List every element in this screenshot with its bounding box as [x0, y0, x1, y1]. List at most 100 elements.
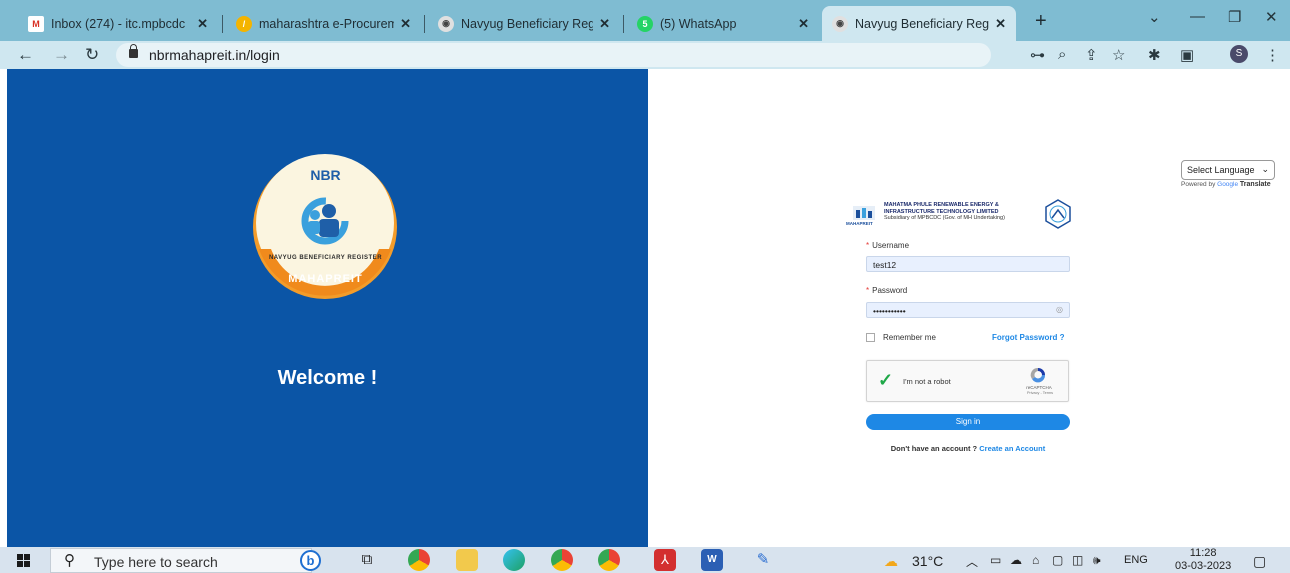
- paint-icon[interactable]: ✎: [752, 549, 774, 571]
- eye-hidden-icon[interactable]: ◎: [1056, 305, 1063, 314]
- password-field[interactable]: ••••••••••• ◎: [866, 302, 1070, 318]
- password-value: •••••••••••: [873, 306, 906, 316]
- google-translate-credit: Powered by Google Translate: [1181, 181, 1271, 188]
- org-name: MAHATMA PHULE RENEWABLE ENERGY & INFRAST…: [884, 202, 1005, 222]
- remember-me[interactable]: Remember me: [866, 333, 936, 342]
- recaptcha-widget[interactable]: ✓ I'm not a robot reCAPTCHA Privacy - Te…: [866, 360, 1069, 402]
- tab-title: maharashtra e-Procureme: [259, 16, 395, 31]
- screen-icon[interactable]: ◫: [1072, 553, 1083, 567]
- taskbar-search[interactable]: ⚲ Type here to search: [50, 548, 312, 573]
- reload-icon[interactable]: ↻: [85, 45, 99, 65]
- captcha-label: I'm not a robot: [903, 377, 951, 386]
- username-field[interactable]: test12: [866, 256, 1070, 272]
- speaker-icon[interactable]: 🕪: [1093, 553, 1101, 568]
- browser-menu-icon[interactable]: ⋮: [1265, 46, 1280, 64]
- mpbcdc-emblem-icon: [1043, 199, 1073, 229]
- tab-whatsapp[interactable]: 5 (5) WhatsApp ✕: [627, 6, 819, 41]
- username-label-text: Username: [872, 241, 910, 250]
- tab-eprocurement[interactable]: / maharashtra e-Procureme ✕: [226, 6, 421, 41]
- tab-title: Navyug Beneficiary Regis: [461, 16, 594, 31]
- zoom-icon[interactable]: ⌕: [1058, 46, 1066, 63]
- tab-nbr-active[interactable]: ◉ Navyug Beneficiary Regis ✕: [822, 6, 1016, 41]
- recaptcha-brand: reCAPTCHA: [1026, 385, 1052, 390]
- acrobat-icon[interactable]: ⅄: [654, 549, 676, 571]
- sign-in-button[interactable]: Sign in: [866, 414, 1070, 430]
- tab-search-chevron-icon[interactable]: ⌄: [1148, 8, 1161, 26]
- language-select-label: Select Language: [1187, 165, 1255, 175]
- tray-chevron-up-icon[interactable]: ︿: [966, 553, 978, 570]
- tab-gmail[interactable]: M Inbox (274) - itc.mpbcdc ✕: [18, 6, 218, 41]
- nbr-site-icon: ◉: [832, 15, 848, 32]
- nbr-logo: NBR NAVYUG BENEFICIARY REGISTER MAHAPREI…: [247, 149, 404, 306]
- language-select[interactable]: Select Language ⌄: [1181, 160, 1275, 180]
- password-key-icon[interactable]: ⊶: [1030, 46, 1045, 64]
- remember-checkbox[interactable]: [866, 333, 875, 342]
- network-icon[interactable]: ⌂: [1032, 553, 1039, 567]
- weather-temperature[interactable]: 31°C: [912, 553, 943, 569]
- restore-icon[interactable]: ❐: [1228, 8, 1241, 26]
- windows-start-icon[interactable]: [17, 554, 30, 567]
- close-tab-icon[interactable]: ✕: [798, 16, 809, 32]
- new-tab-icon[interactable]: +: [1035, 10, 1047, 33]
- recaptcha-links[interactable]: Privacy - Terms: [1021, 391, 1059, 395]
- minimize-icon[interactable]: —: [1190, 8, 1205, 25]
- forward-icon[interactable]: →: [53, 45, 70, 65]
- back-icon[interactable]: ←: [17, 45, 34, 65]
- lock-icon: [129, 44, 138, 58]
- small-logo-text: MAHAPREIT: [846, 221, 873, 226]
- clock-date: 03-03-2023: [1175, 560, 1232, 572]
- side-panel-icon[interactable]: ▣: [1180, 46, 1194, 64]
- tab-title: (5) WhatsApp: [660, 16, 737, 31]
- welcome-panel: NBR NAVYUG BENEFICIARY REGISTER MAHAPREI…: [7, 69, 648, 547]
- chrome-profile-2-icon[interactable]: [598, 549, 620, 571]
- powered-by-text: Powered by: [1181, 181, 1216, 188]
- welcome-heading: Welcome !: [277, 367, 378, 389]
- tab-nbr-1[interactable]: ◉ Navyug Beneficiary Regis ✕: [428, 6, 620, 41]
- close-tab-icon[interactable]: ✕: [400, 16, 411, 32]
- logo-mahapreit-text: MAHAPREIT: [288, 273, 363, 285]
- window-close-icon[interactable]: ✕: [1265, 8, 1278, 26]
- input-language[interactable]: ENG: [1124, 554, 1148, 566]
- edge-icon[interactable]: [503, 549, 525, 571]
- chrome-icon[interactable]: [408, 549, 430, 571]
- eprocurement-icon: /: [236, 15, 252, 32]
- remember-label: Remember me: [883, 333, 936, 342]
- forgot-password-link[interactable]: Forgot Password ?: [992, 333, 1064, 342]
- tab-title: Navyug Beneficiary Regis: [855, 16, 990, 31]
- weather-sun-icon: ☁: [884, 553, 898, 569]
- share-icon[interactable]: ⇪: [1085, 46, 1098, 64]
- google-text: Google: [1217, 181, 1239, 188]
- extensions-puzzle-icon[interactable]: ✱: [1148, 46, 1161, 64]
- translate-text: Translate: [1239, 181, 1271, 188]
- address-bar[interactable]: nbrmahapreit.in/login: [116, 43, 991, 67]
- browser-tab-strip: M Inbox (274) - itc.mpbcdc ✕ / maharasht…: [0, 0, 1290, 41]
- chrome-profile-icon[interactable]: [551, 549, 573, 571]
- url-text: nbrmahapreit.in/login: [149, 47, 280, 63]
- battery-icon[interactable]: ▭: [990, 553, 1001, 567]
- close-tab-icon[interactable]: ✕: [995, 16, 1006, 32]
- profile-avatar[interactable]: S: [1230, 45, 1248, 63]
- required-marker: *: [866, 241, 870, 250]
- word-icon[interactable]: W: [701, 549, 723, 571]
- org-line-3: Subsidiary of MPBCDC (Gov. of MH Underta…: [884, 215, 1005, 221]
- notification-icon[interactable]: ▢: [1253, 553, 1266, 570]
- task-view-icon[interactable]: ⧉: [356, 549, 378, 571]
- checkmark-icon[interactable]: ✓: [878, 370, 893, 391]
- cloud-icon[interactable]: ☁: [1010, 553, 1022, 567]
- username-value: test12: [873, 260, 897, 270]
- display-icon[interactable]: ▢: [1052, 553, 1063, 567]
- nbr-site-icon: ◉: [438, 15, 454, 32]
- create-account-link[interactable]: Create an Account: [979, 444, 1045, 453]
- bing-icon[interactable]: b: [300, 550, 321, 571]
- chevron-down-icon: ⌄: [1261, 164, 1269, 174]
- taskbar-search-placeholder: Type here to search: [94, 554, 218, 570]
- file-explorer-icon[interactable]: [456, 549, 478, 571]
- taskbar-clock[interactable]: 11:28 03-03-2023: [1175, 547, 1231, 573]
- close-tab-icon[interactable]: ✕: [197, 16, 208, 32]
- close-tab-icon[interactable]: ✕: [599, 16, 610, 32]
- tab-divider: [222, 15, 223, 33]
- no-account-line: Don't have an account ? Create an Accoun…: [866, 444, 1070, 453]
- recaptcha-logo-icon: [1029, 367, 1047, 383]
- mahapreit-small-logo: MAHAPREIT: [846, 204, 878, 228]
- bookmark-star-icon[interactable]: ☆: [1112, 46, 1125, 64]
